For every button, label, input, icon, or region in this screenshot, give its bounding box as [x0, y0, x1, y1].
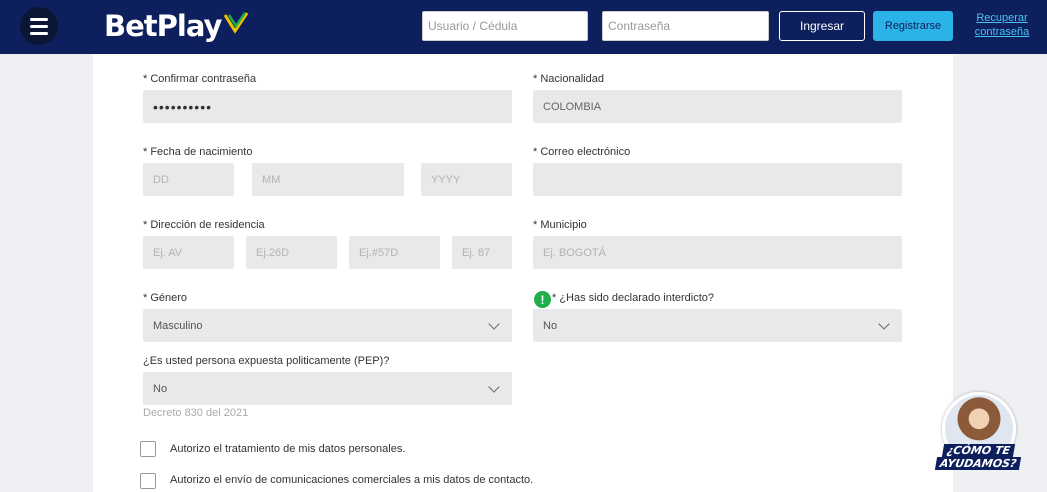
chevron-down-icon: [488, 317, 500, 330]
interdicted-value: No: [543, 319, 558, 332]
address-label: * Dirección de residencia: [143, 219, 265, 231]
chevron-down-icon: [878, 317, 890, 330]
confirm-password-field[interactable]: ••••••••••: [143, 90, 512, 123]
gender-label: * Género: [143, 292, 188, 304]
consent-comms-checkbox[interactable]: [140, 473, 156, 489]
municipality-label: * Municipio: [533, 219, 587, 231]
pep-value: No: [153, 382, 168, 395]
consent-data-checkbox[interactable]: [140, 441, 156, 457]
interdicted-label: * ¿Has sido declarado interdicto?: [552, 292, 715, 304]
help-line1: ¿CÓMO TE: [941, 444, 1015, 457]
birth-year-field[interactable]: YYYY: [421, 163, 512, 196]
help-line2: AYUDAMOS?: [934, 457, 1022, 470]
confirm-password-label: * Confirmar contraseña: [143, 73, 257, 85]
password-input[interactable]: Contraseña: [602, 11, 769, 41]
top-header: BetPlay Usuario / Cédula Contraseña Ingr…: [0, 0, 1047, 54]
pep-hint: Decreto 830 del 2021: [143, 407, 249, 419]
pep-select[interactable]: No: [143, 372, 512, 405]
logo-check-icon: [224, 12, 249, 34]
brand-name: BetPlay: [104, 9, 222, 43]
gender-value: Masculino: [153, 319, 203, 332]
consent-data-label: Autorizo el tratamiento de mis datos per…: [170, 443, 406, 455]
help-chat-widget[interactable]: ¿CÓMO TE AYUDAMOS?: [932, 392, 1024, 482]
consent-comms-label: Autorizo el envío de comunicaciones come…: [170, 474, 534, 486]
municipality-field[interactable]: Ej. BOGOTÁ: [533, 236, 902, 269]
gender-select[interactable]: Masculino: [143, 309, 512, 342]
birth-day-field[interactable]: DD: [143, 163, 234, 196]
register-button[interactable]: Registrarse: [873, 11, 953, 41]
help-text: ¿CÓMO TE AYUDAMOS?: [932, 444, 1024, 470]
chevron-down-icon: [488, 380, 500, 393]
username-input[interactable]: Usuario / Cédula: [422, 11, 588, 41]
pep-label: ¿Es usted persona expuesta politicamente…: [143, 355, 390, 367]
birth-date-label: * Fecha de nacimiento: [143, 146, 253, 158]
address-part4-field[interactable]: Ej. 87: [452, 236, 512, 269]
recover-password-link[interactable]: Recuperar contraseña: [971, 11, 1033, 39]
interdicted-select[interactable]: No: [533, 309, 902, 342]
login-button[interactable]: Ingresar: [779, 11, 865, 41]
email-label: * Correo electrónico: [533, 146, 631, 158]
nationality-label: * Nacionalidad: [533, 73, 604, 85]
brand-logo[interactable]: BetPlay: [104, 8, 249, 44]
info-icon[interactable]: !: [534, 291, 551, 308]
address-part2-field[interactable]: Ej.26D: [246, 236, 337, 269]
hamburger-menu-icon[interactable]: [20, 7, 58, 45]
address-part1-field[interactable]: Ej. AV: [143, 236, 234, 269]
nationality-field: COLOMBIA: [533, 90, 902, 123]
email-field[interactable]: [533, 163, 902, 196]
address-part3-field[interactable]: Ej.#57D: [349, 236, 440, 269]
birth-month-field[interactable]: MM: [252, 163, 404, 196]
